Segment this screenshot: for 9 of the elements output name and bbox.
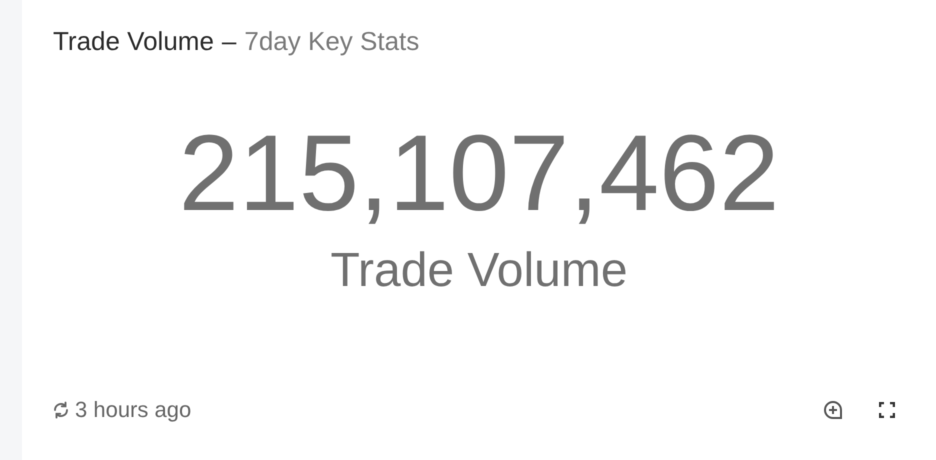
- stat-label: Trade Volume: [330, 247, 628, 295]
- fullscreen-icon[interactable]: [878, 400, 896, 418]
- zoom-in-icon[interactable]: [822, 398, 844, 420]
- card-title: Trade Volume: [53, 25, 214, 58]
- card-subtitle: 7day Key Stats: [244, 25, 420, 58]
- refresh-icon: [52, 400, 70, 418]
- stat-value: 215,107,462: [178, 119, 780, 227]
- updated-time: 3 hours ago: [75, 396, 192, 424]
- title-separator: –: [222, 25, 236, 58]
